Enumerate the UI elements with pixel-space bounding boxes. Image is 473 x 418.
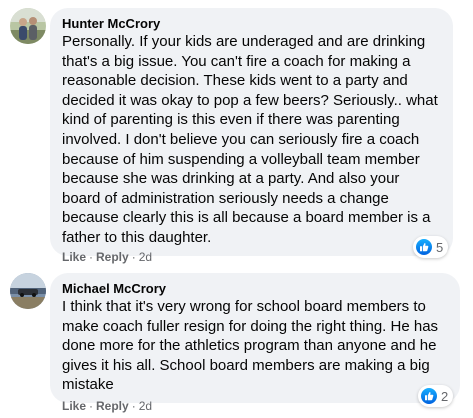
comment-timestamp[interactable]: 2d (139, 399, 152, 413)
comment-author[interactable]: Michael McCrory (62, 280, 448, 297)
separator-dot: · (89, 399, 94, 413)
avatar[interactable] (10, 273, 46, 309)
like-icon (421, 388, 437, 404)
separator-dot: · (131, 399, 136, 413)
comment: Michael McCrory I think that it's very w… (0, 0, 473, 418)
reaction-count: 2 (441, 388, 449, 404)
comment-bubble: Michael McCrory I think that it's very w… (50, 273, 460, 403)
avatar-photo-icon (10, 273, 46, 309)
reply-link[interactable]: Reply (96, 399, 129, 413)
comment-text: I think that it's very wrong for school … (62, 298, 439, 394)
comment-actions: Like · Reply · 2d (62, 398, 152, 414)
reaction-summary[interactable]: 2 (418, 385, 454, 407)
like-link[interactable]: Like (62, 399, 86, 413)
